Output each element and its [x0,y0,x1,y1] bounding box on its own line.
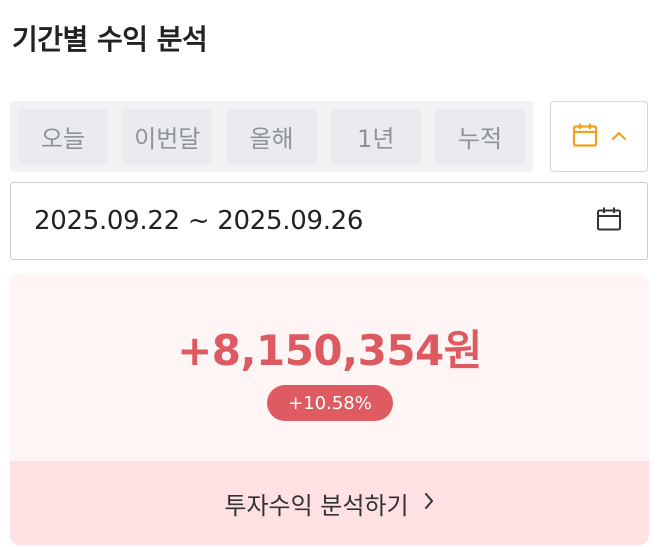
profit-summary-card: +8,150,354원 +10.58% 투자수익 분석하기 [10,273,649,545]
calendar-icon[interactable] [595,205,623,237]
return-rate-badge: +10.58% [267,385,393,421]
chevron-up-icon [611,127,627,146]
tab-today[interactable]: 오늘 [18,109,108,164]
analysis-link-label: 투자수익 분석하기 [224,491,409,520]
calendar-icon [571,121,599,153]
investment-analysis-button[interactable]: 투자수익 분석하기 [10,461,649,545]
date-range-field[interactable]: 2025.09.22 ~ 2025.09.26 [10,182,648,260]
tab-this-year[interactable]: 올해 [226,109,317,164]
calendar-toggle-button[interactable] [550,101,648,172]
profit-amount: +8,150,354원 [177,326,482,375]
tab-this-month[interactable]: 이번달 [122,109,213,164]
chevron-right-icon [423,489,435,517]
page-title: 기간별 수익 분석 [12,23,208,56]
period-tab-bar: 오늘 이번달 올해 1년 누적 [10,101,533,172]
date-range-value: 2025.09.22 ~ 2025.09.26 [34,206,364,236]
tab-one-year[interactable]: 1년 [330,109,421,164]
tab-cumulative[interactable]: 누적 [435,109,525,164]
